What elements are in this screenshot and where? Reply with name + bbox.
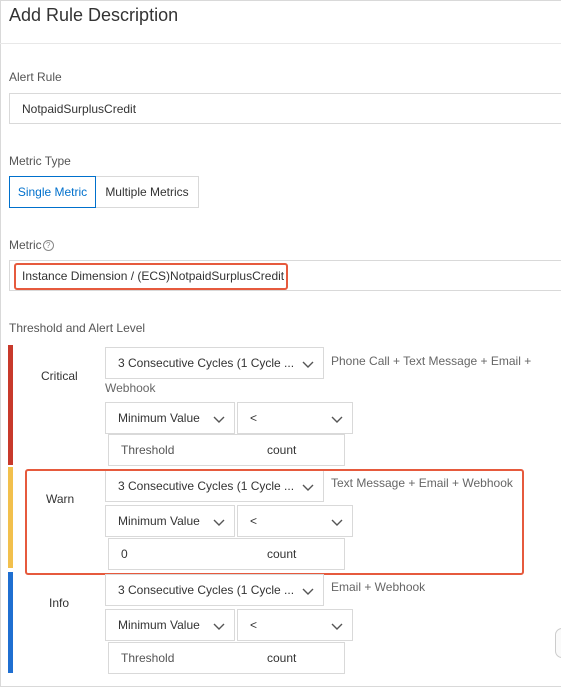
dialog-header: Add Rule Description [0,0,561,44]
alert-rule-label: Alert Rule [9,70,62,84]
info-cycles-value: 3 Consecutive Cycles (1 Cycle ... [118,583,295,597]
chevron-down-icon [331,623,343,630]
chevron-down-icon [302,361,314,368]
multiple-metrics-button[interactable]: Multiple Metrics [96,176,199,208]
info-cycles-select[interactable]: 3 Consecutive Cycles (1 Cycle ... [105,574,324,606]
critical-notify-text-b: Webhook [105,381,156,395]
info-level-bar [8,572,13,673]
info-threshold-input[interactable]: Threshold count [108,642,345,674]
critical-stat-select[interactable]: Minimum Value [105,402,235,434]
critical-threshold-input[interactable]: Threshold count [108,434,345,466]
critical-operator-select[interactable]: < [237,402,353,434]
metric-label: Metric? [9,238,54,252]
alert-rule-input[interactable]: NotpaidSurplusCredit [9,93,561,124]
chevron-down-icon [213,416,225,423]
single-metric-button[interactable]: Single Metric [9,176,96,208]
info-level-label: Info [49,596,70,610]
warn-highlight-box [25,469,524,575]
critical-cycles-value: 3 Consecutive Cycles (1 Cycle ... [118,356,295,370]
metric-label-text: Metric [9,238,42,252]
alert-rule-value: NotpaidSurplusCredit [22,101,137,116]
chevron-down-icon [213,623,225,630]
info-operator-value: < [250,618,258,632]
info-operator-select[interactable]: < [237,609,353,641]
critical-notify-text-a: Phone Call + Text Message + Email + [331,354,532,368]
scroll-handle[interactable] [555,628,561,658]
metric-type-label: Metric Type [9,154,71,168]
critical-stat-value: Minimum Value [118,411,200,425]
chevron-down-icon [302,588,314,595]
threshold-section-label: Threshold and Alert Level [9,321,146,335]
page-title: Add Rule Description [9,5,179,25]
critical-level-label: Critical [41,369,78,383]
critical-level-bar [8,345,13,465]
info-stat-value: Minimum Value [118,618,200,632]
critical-threshold-unit: count [267,443,297,457]
critical-threshold-placeholder: Threshold [121,443,175,457]
metric-highlight-box [14,263,288,290]
question-circle-icon[interactable]: ? [42,240,54,251]
chevron-down-icon [331,416,343,423]
warn-level-bar [8,467,13,568]
info-stat-select[interactable]: Minimum Value [105,609,235,641]
info-notify-text: Email + Webhook [331,580,426,594]
critical-operator-value: < [250,411,258,425]
info-threshold-placeholder: Threshold [121,651,175,665]
info-threshold-unit: count [267,651,297,665]
